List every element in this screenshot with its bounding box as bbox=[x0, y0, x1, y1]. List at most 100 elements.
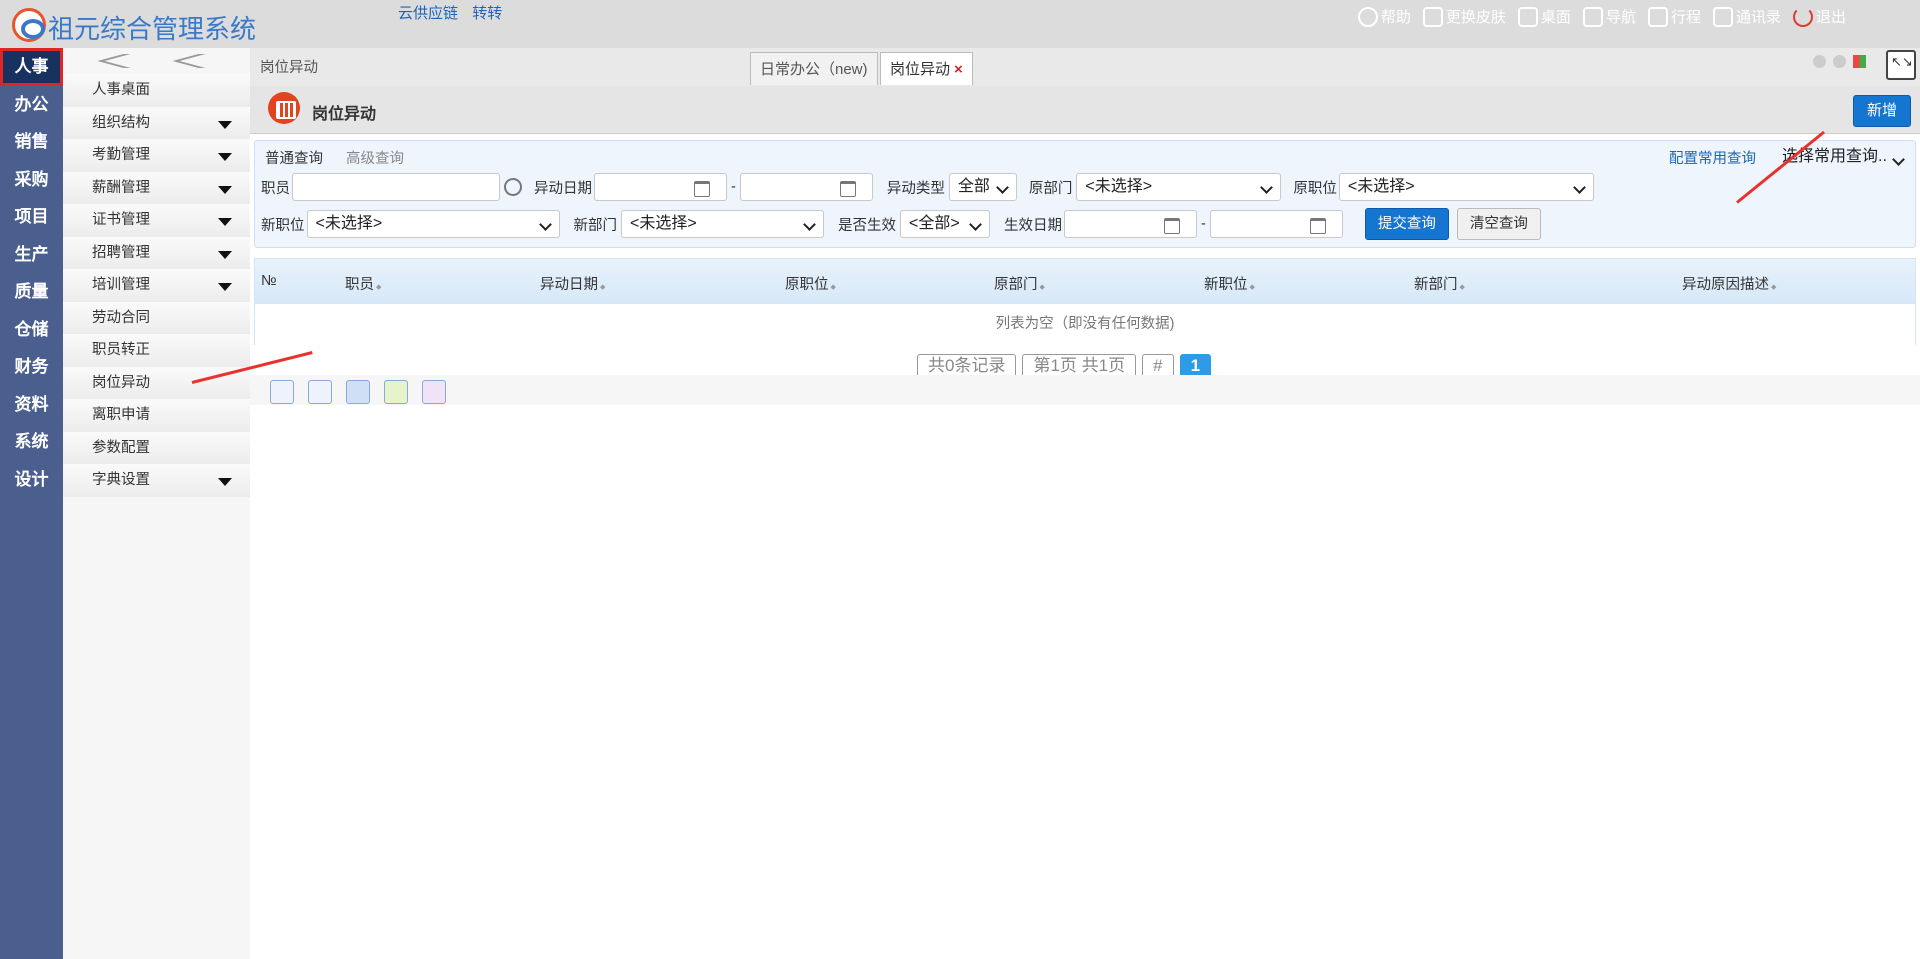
col-no: № bbox=[261, 273, 277, 289]
select-value: 全部 bbox=[957, 178, 990, 195]
col-new-position[interactable]: 新职位 ◆ bbox=[1204, 273, 1255, 294]
select-columns-icon[interactable] bbox=[270, 380, 294, 404]
caret-down-icon bbox=[218, 153, 232, 161]
submenu-resignation[interactable]: 离职申请 bbox=[63, 399, 250, 432]
submenu-parameters[interactable]: 参数配置 bbox=[63, 431, 250, 464]
new-position-label: 新职位 bbox=[261, 217, 305, 234]
tab-position-change[interactable]: 岗位异动 × bbox=[880, 52, 973, 85]
module-finance[interactable]: 财务 bbox=[0, 348, 63, 386]
fullscreen-icon[interactable] bbox=[1886, 50, 1916, 80]
sort-icon: ◆ bbox=[376, 284, 382, 291]
submenu-salary[interactable]: 薪酬管理 bbox=[63, 171, 250, 204]
col-old-dept[interactable]: 原部门 ◆ bbox=[994, 273, 1045, 294]
top-nav-label: 更换皮肤 bbox=[1445, 9, 1506, 26]
old-dept-select[interactable]: <未选择> bbox=[1076, 173, 1282, 201]
new-position-select[interactable]: <未选择> bbox=[306, 210, 560, 238]
clear-query-button[interactable]: 清空查询 bbox=[1456, 208, 1541, 240]
sort-icon: ◆ bbox=[600, 284, 606, 291]
submenu-attendance[interactable]: 考勤管理 bbox=[63, 139, 250, 172]
scroll-right-icon[interactable] bbox=[1833, 55, 1846, 68]
config-query-link[interactable]: 配置常用查询 bbox=[1669, 147, 1756, 168]
module-project[interactable]: 项目 bbox=[0, 198, 63, 236]
change-type-select[interactable]: 全部 bbox=[948, 173, 1017, 201]
new-dept-select[interactable]: <未选择> bbox=[621, 210, 824, 238]
caret-down-icon bbox=[218, 120, 232, 129]
page-title: 岗位异动 bbox=[312, 106, 377, 123]
quick-links: 云供应链 转转 bbox=[398, 2, 512, 23]
link-zhuanzhuan[interactable]: 转转 bbox=[472, 5, 502, 22]
sort-icon: ◆ bbox=[830, 284, 836, 291]
caret-down-icon bbox=[218, 478, 232, 486]
data-grid: № 职员 ◆ 异动日期 ◆ 原职位 ◆ 原部门 ◆ 新职位 ◆ 新部门 ◆ 异动原因描述 ◆ … bbox=[254, 258, 1916, 345]
top-nav-skin[interactable]: 更换皮肤 bbox=[1422, 6, 1506, 27]
collapse-sidebar-icon[interactable] bbox=[63, 48, 250, 74]
tab-normal-query[interactable]: 普通查询 bbox=[265, 147, 323, 168]
grid-header: № 职员 ◆ 异动日期 ◆ 原职位 ◆ 原部门 ◆ 新职位 ◆ 新部门 ◆ 异动原因描述 ◆ bbox=[255, 259, 1915, 304]
breadcrumb: 岗位异动 bbox=[260, 60, 318, 76]
table-icon[interactable] bbox=[346, 380, 370, 404]
effective-select[interactable]: <全部> bbox=[900, 210, 990, 238]
module-hr[interactable]: 人事 bbox=[0, 48, 63, 86]
submenu-hr-desktop[interactable]: 人事桌面 bbox=[63, 74, 250, 107]
close-tab-icon[interactable]: × bbox=[954, 61, 963, 78]
top-nav-navigation[interactable]: 导航 bbox=[1582, 6, 1636, 27]
module-system[interactable]: 系统 bbox=[0, 423, 63, 461]
submenu-label: 薪酬管理 bbox=[92, 179, 150, 196]
edit-icon[interactable] bbox=[384, 380, 408, 404]
settings-icon[interactable] bbox=[422, 380, 446, 404]
tab-menu-icon[interactable] bbox=[1853, 55, 1866, 68]
page-icon[interactable] bbox=[308, 380, 332, 404]
module-sales[interactable]: 销售 bbox=[0, 123, 63, 161]
submenu-label: 组织结构 bbox=[92, 114, 150, 131]
change-date-from[interactable] bbox=[594, 173, 727, 201]
submenu-certificates[interactable]: 证书管理 bbox=[63, 204, 250, 237]
top-nav-logout[interactable]: 退出 bbox=[1792, 6, 1846, 27]
module-icon bbox=[268, 92, 300, 124]
top-nav-contacts[interactable]: 通讯录 bbox=[1712, 6, 1781, 27]
col-reason[interactable]: 异动原因描述 ◆ bbox=[1682, 273, 1776, 294]
col-change-date[interactable]: 异动日期 ◆ bbox=[540, 273, 605, 294]
submit-query-button[interactable]: 提交查询 bbox=[1364, 208, 1449, 240]
col-old-position[interactable]: 原职位 ◆ bbox=[785, 273, 836, 294]
module-production[interactable]: 生产 bbox=[0, 236, 63, 274]
col-new-dept[interactable]: 新部门 ◆ bbox=[1414, 273, 1465, 294]
submenu-label: 人事桌面 bbox=[92, 82, 150, 98]
select-value: <全部> bbox=[909, 215, 960, 232]
module-warehouse[interactable]: 仓储 bbox=[0, 311, 63, 349]
submenu-org-structure[interactable]: 组织结构 bbox=[63, 106, 250, 139]
module-purchase[interactable]: 采购 bbox=[0, 161, 63, 199]
submenu-recruitment[interactable]: 招聘管理 bbox=[63, 236, 250, 269]
select-value: <未选择> bbox=[630, 215, 697, 232]
effective-date-to[interactable] bbox=[1209, 210, 1343, 238]
sort-icon: ◆ bbox=[1771, 284, 1777, 291]
module-quality[interactable]: 质量 bbox=[0, 273, 63, 311]
change-date-to[interactable] bbox=[739, 173, 873, 201]
tab-daily-office[interactable]: 日常办公（new) bbox=[750, 52, 878, 85]
submenu-training[interactable]: 培训管理 bbox=[63, 269, 250, 302]
top-nav-desktop[interactable]: 桌面 bbox=[1517, 6, 1571, 27]
employee-input[interactable] bbox=[292, 173, 500, 201]
module-office[interactable]: 办公 bbox=[0, 86, 63, 124]
top-nav-schedule[interactable]: 行程 bbox=[1647, 6, 1701, 27]
module-data[interactable]: 资料 bbox=[0, 386, 63, 424]
top-nav-label: 桌面 bbox=[1540, 9, 1571, 26]
top-nav-help[interactable]: 帮助 bbox=[1357, 6, 1411, 27]
submenu-labor-contract[interactable]: 劳动合同 bbox=[63, 301, 250, 334]
employee-label: 职员 bbox=[261, 180, 290, 197]
submenu-label: 职员转正 bbox=[92, 342, 150, 358]
old-position-select[interactable]: <未选择> bbox=[1338, 173, 1594, 201]
scroll-left-icon[interactable] bbox=[1813, 55, 1826, 68]
tab-advanced-query[interactable]: 高级查询 bbox=[346, 147, 404, 168]
page-header: 岗位异动 新增 bbox=[250, 86, 1920, 134]
search-icon[interactable] bbox=[504, 178, 522, 196]
submenu-regularization[interactable]: 职员转正 bbox=[63, 334, 250, 367]
submenu-label: 参数配置 bbox=[92, 439, 150, 456]
submenu-position-change[interactable]: 岗位异动 bbox=[63, 366, 250, 399]
link-cloud-supply-chain[interactable]: 云供应链 bbox=[398, 5, 458, 22]
effective-date-from[interactable] bbox=[1064, 210, 1197, 238]
col-employee[interactable]: 职员 ◆ bbox=[345, 273, 381, 294]
submenu-dictionary[interactable]: 字典设置 bbox=[63, 464, 250, 497]
module-design[interactable]: 设计 bbox=[0, 461, 63, 499]
add-button[interactable]: 新增 bbox=[1853, 95, 1911, 127]
col-label: 异动日期 bbox=[540, 277, 598, 293]
